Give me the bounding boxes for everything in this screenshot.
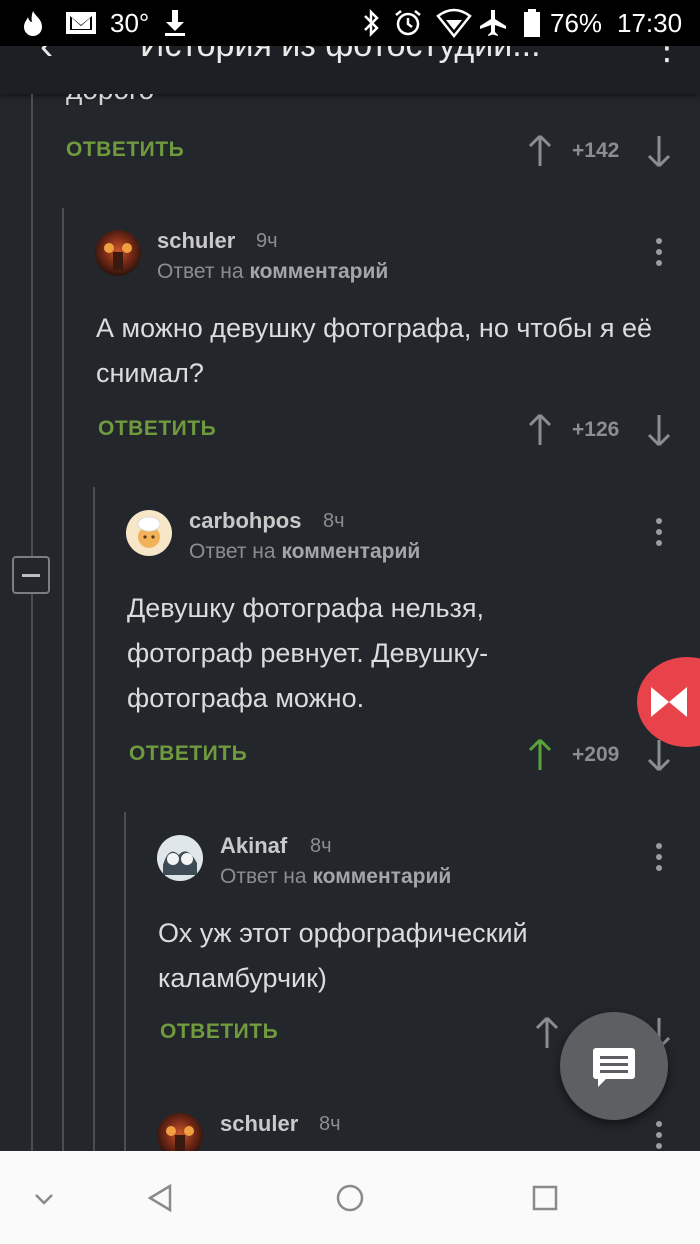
thread-line xyxy=(124,812,126,1151)
reply-target-link[interactable]: комментарий xyxy=(312,865,451,888)
new-comment-button[interactable] xyxy=(560,1012,668,1120)
comment-text: Девушку фотографа нельзя, фотограф ревну… xyxy=(127,593,489,713)
system-nav-bar xyxy=(0,1151,700,1244)
downvote-icon[interactable] xyxy=(646,134,672,168)
thread-line xyxy=(31,94,33,1151)
bluetooth-icon xyxy=(364,8,379,38)
comment-actions: ОТВЕТИТЬ +126 xyxy=(0,412,700,452)
page-title: История из фотостудии... xyxy=(140,46,541,65)
comment-text: Ох уж этот орфографический каламбурчик) xyxy=(158,918,528,993)
temperature: 30° xyxy=(110,8,150,38)
status-bar: 30° 76% 17:30 xyxy=(0,0,700,46)
downvote-icon[interactable] xyxy=(646,413,672,447)
comment-menu-icon[interactable] xyxy=(655,518,663,550)
comment-text: А можно девушку фотографа, но чтобы я её… xyxy=(96,313,653,388)
username[interactable]: Akinaf xyxy=(220,833,287,859)
avatar-image xyxy=(166,1126,194,1151)
clock: 17:30 xyxy=(617,8,683,38)
arrow-left-icon[interactable]: ‹ xyxy=(40,46,53,69)
timestamp: 8ч xyxy=(323,510,345,532)
reply-target-link[interactable]: комментарий xyxy=(249,260,388,283)
reply-button[interactable]: ОТВЕТИТЬ xyxy=(66,138,184,162)
score: +126 xyxy=(572,418,620,441)
back-triangle-icon[interactable] xyxy=(140,1181,180,1215)
username[interactable]: carbohpos xyxy=(189,508,301,534)
wifi-icon xyxy=(436,8,472,38)
comment-icon xyxy=(593,1048,635,1087)
timestamp: 8ч xyxy=(310,835,332,857)
reply-to: Ответ на комментарий xyxy=(189,540,421,563)
timestamp: 9ч xyxy=(256,230,278,252)
reply-to: Ответ на комментарий xyxy=(220,865,452,888)
chevron-down-icon[interactable] xyxy=(24,1181,64,1215)
floating-app-button[interactable] xyxy=(637,657,700,747)
battery-percent: 76% xyxy=(550,8,603,38)
avatar[interactable] xyxy=(157,835,203,881)
timestamp: 8ч xyxy=(319,1113,341,1135)
thread-line xyxy=(62,208,64,1151)
comment-menu-icon[interactable] xyxy=(655,238,663,270)
avatar-image xyxy=(163,851,197,875)
reply-button[interactable]: ОТВЕТИТЬ xyxy=(129,742,247,766)
upvote-icon[interactable] xyxy=(534,1016,560,1050)
download-icon xyxy=(165,10,185,36)
upvote-icon[interactable] xyxy=(527,738,553,772)
airplane-icon xyxy=(480,10,506,36)
comment-text: дорого xyxy=(66,94,154,106)
bowtie-icon xyxy=(651,687,687,717)
recents-square-icon[interactable] xyxy=(525,1181,565,1215)
avatar[interactable] xyxy=(157,1113,203,1151)
reply-button[interactable]: ОТВЕТИТЬ xyxy=(98,417,216,441)
upvote-icon[interactable] xyxy=(527,134,553,168)
comment-menu-icon[interactable] xyxy=(655,1121,663,1151)
avatar[interactable] xyxy=(126,510,172,556)
collapse-thread-button[interactable] xyxy=(12,556,50,594)
home-circle-icon[interactable] xyxy=(330,1181,370,1215)
fire-icon xyxy=(24,11,42,36)
reply-button[interactable]: ОТВЕТИТЬ xyxy=(160,1020,278,1044)
avatar-image xyxy=(104,243,132,270)
comment-actions: ОТВЕТИТЬ +209 xyxy=(0,736,700,776)
battery-icon xyxy=(524,9,540,37)
more-vertical-icon[interactable]: ⋮ xyxy=(650,46,684,68)
score: +209 xyxy=(572,743,620,766)
reply-target-link[interactable]: комментарий xyxy=(281,540,420,563)
reply-to: Ответ на комментарий xyxy=(157,260,389,283)
avatar-image xyxy=(137,516,161,548)
comment-menu-icon[interactable] xyxy=(655,843,663,875)
comment-actions: ОТВЕТИТЬ +142 xyxy=(0,134,700,174)
comments-thread[interactable]: дорого ОТВЕТИТЬ +142 schuler 9ч Ответ на… xyxy=(0,94,700,1151)
mail-icon xyxy=(66,12,96,34)
score: +142 xyxy=(572,139,620,162)
alarm-icon xyxy=(395,10,421,36)
username[interactable]: schuler xyxy=(157,228,235,254)
username[interactable]: schuler xyxy=(220,1111,298,1137)
upvote-icon[interactable] xyxy=(527,413,553,447)
app-bar: ‹ История из фотостудии... ⋮ xyxy=(0,46,700,94)
avatar[interactable] xyxy=(95,230,141,276)
